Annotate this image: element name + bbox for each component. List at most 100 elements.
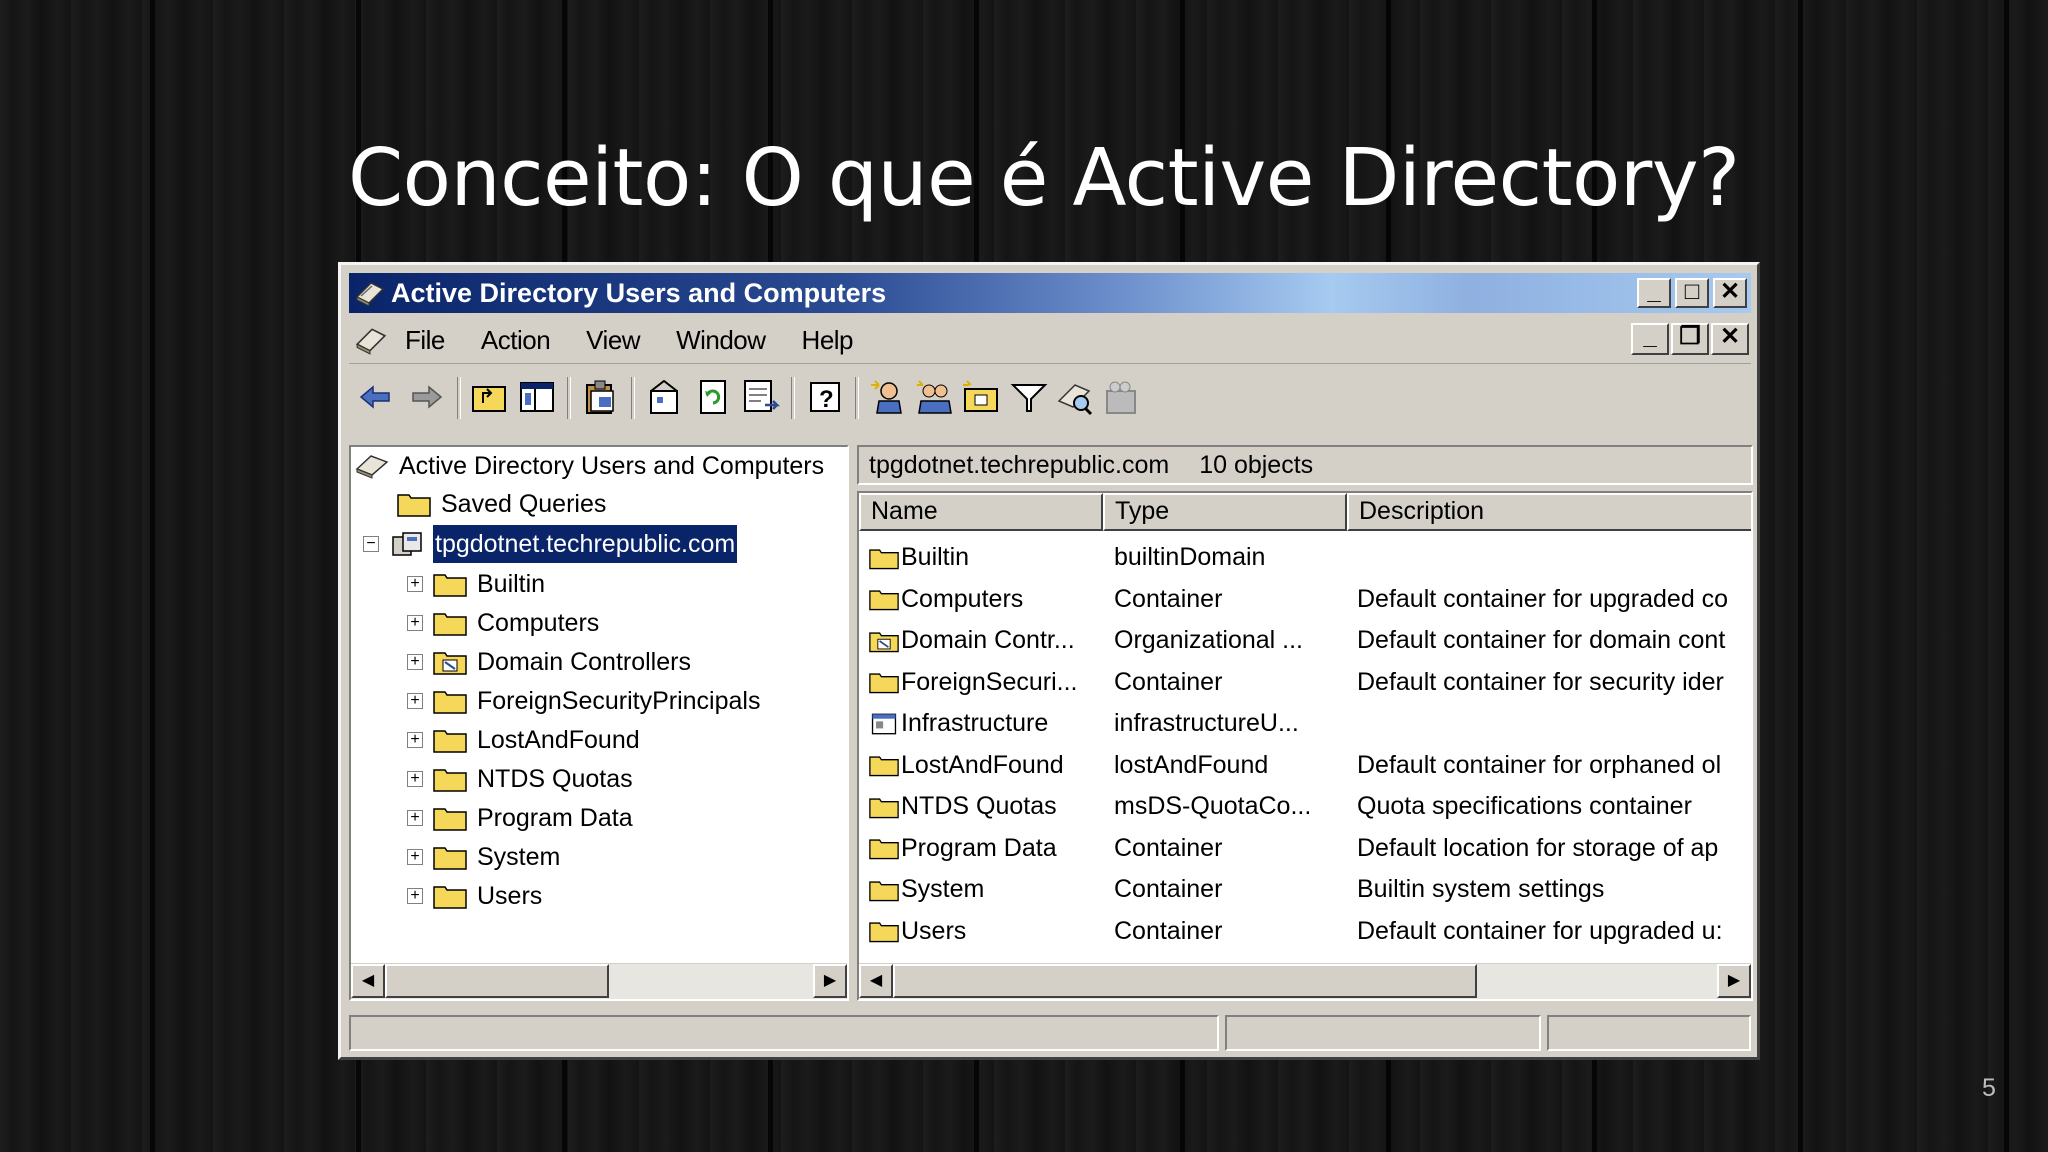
list-row[interactable]: Users Container Default container for upgr… bbox=[859, 911, 1751, 952]
tree-item[interactable]: + Builtin bbox=[407, 565, 545, 603]
tree-item[interactable]: + Users bbox=[407, 877, 542, 915]
new-group-icon[interactable] bbox=[915, 377, 955, 417]
back-icon[interactable] bbox=[355, 377, 395, 417]
column-header-type[interactable]: Type bbox=[1103, 493, 1347, 531]
filter-icon[interactable] bbox=[1009, 377, 1049, 417]
scroll-thumb[interactable] bbox=[385, 964, 609, 998]
list-row[interactable]: NTDS Quotas msDS-QuotaCo... Quota specific… bbox=[859, 786, 1751, 827]
window-title: Active Directory Users and Computers bbox=[391, 278, 887, 308]
folder-icon bbox=[433, 574, 467, 597]
close-button[interactable]: ✕ bbox=[1713, 278, 1747, 308]
list-row[interactable]: Domain Contr... Organizational ... Default… bbox=[859, 620, 1751, 661]
export-list-icon[interactable] bbox=[741, 377, 781, 417]
expand-toggle[interactable]: + bbox=[407, 654, 423, 670]
expand-toggle[interactable]: + bbox=[407, 615, 423, 631]
title-bar[interactable]: Active Directory Users and Computers _ □… bbox=[349, 273, 1751, 313]
folder-icon bbox=[869, 797, 899, 818]
tree-item-label: NTDS Quotas bbox=[477, 765, 633, 793]
ou-folder-icon bbox=[433, 652, 467, 675]
scroll-left-icon[interactable]: ◀ bbox=[859, 964, 893, 998]
maximize-button[interactable]: □ bbox=[1675, 278, 1709, 308]
menu-help[interactable]: Help bbox=[802, 317, 854, 363]
tree-item-domain[interactable]: − tpgdotnet.techrepublic.com bbox=[363, 524, 739, 564]
expand-toggle[interactable]: + bbox=[407, 810, 423, 826]
row-name: LostAndFound bbox=[901, 750, 1064, 779]
forward-icon[interactable] bbox=[407, 377, 447, 417]
ou-folder-icon bbox=[869, 631, 899, 652]
row-name: Computers bbox=[901, 584, 1024, 613]
folder-icon bbox=[869, 673, 899, 694]
expand-toggle[interactable]: + bbox=[407, 888, 423, 904]
menu-file[interactable]: File bbox=[405, 317, 445, 363]
folder-icon bbox=[433, 691, 467, 714]
menu-action[interactable]: Action bbox=[481, 317, 551, 363]
row-type: msDS-QuotaCo... bbox=[1114, 792, 1312, 820]
up-folder-icon[interactable] bbox=[469, 377, 509, 417]
tree-item[interactable]: + LostAndFound bbox=[407, 721, 640, 759]
tree-item[interactable]: + NTDS Quotas bbox=[407, 760, 633, 798]
menu-window[interactable]: Window bbox=[676, 317, 766, 363]
tree-item[interactable]: + Domain Controllers bbox=[407, 643, 691, 681]
tree-item[interactable]: + Computers bbox=[407, 604, 599, 642]
find-icon[interactable] bbox=[1055, 377, 1095, 417]
list-row[interactable]: System Container Builtin system settings bbox=[859, 869, 1751, 910]
list-row[interactable]: Builtin builtinDomain bbox=[859, 537, 1751, 578]
list-row[interactable]: Infrastructure infrastructureU... bbox=[859, 703, 1751, 744]
add-to-group-icon[interactable] bbox=[1101, 377, 1141, 417]
collapse-toggle[interactable]: − bbox=[363, 536, 379, 552]
tree-item-label: LostAndFound bbox=[477, 726, 640, 754]
column-header-name[interactable]: Name bbox=[859, 493, 1103, 531]
tree-item-label: Saved Queries bbox=[441, 490, 607, 518]
object-list[interactable]: Name Type Description Builtin builtinDoma… bbox=[857, 491, 1753, 1001]
minimize-button[interactable]: _ bbox=[1637, 278, 1671, 308]
list-row[interactable]: Computers Container Default container for … bbox=[859, 579, 1751, 620]
scroll-thumb[interactable] bbox=[893, 964, 1477, 998]
help-icon[interactable]: ? bbox=[805, 377, 845, 417]
tree-item[interactable]: + System bbox=[407, 838, 560, 876]
expand-toggle[interactable]: + bbox=[407, 576, 423, 592]
list-horizontal-scrollbar[interactable]: ◀ ▶ bbox=[859, 963, 1751, 999]
tree-horizontal-scrollbar[interactable]: ◀ ▶ bbox=[351, 963, 847, 999]
row-description: Default container for security ider bbox=[1357, 667, 1724, 696]
show-hide-tree-icon[interactable] bbox=[517, 377, 557, 417]
menu-view[interactable]: View bbox=[586, 317, 640, 363]
row-name: Users bbox=[901, 916, 967, 945]
tree-pane[interactable]: Active Directory Users and Computers Sav… bbox=[349, 445, 849, 1001]
object-count: 10 objects bbox=[1199, 451, 1314, 479]
folder-icon bbox=[869, 548, 899, 569]
scroll-left-icon[interactable]: ◀ bbox=[351, 964, 385, 998]
scroll-right-icon[interactable]: ▶ bbox=[813, 964, 847, 998]
child-restore-button[interactable]: ❐ bbox=[1671, 323, 1709, 355]
tree-root[interactable]: Active Directory Users and Computers bbox=[355, 447, 824, 485]
list-row[interactable]: Program Data Container Default location fo… bbox=[859, 828, 1751, 869]
delegate-icon[interactable] bbox=[645, 377, 685, 417]
tree-item[interactable]: + ForeignSecurityPrincipals bbox=[407, 682, 760, 720]
details-header: tpgdotnet.techrepublic.com 10 objects bbox=[857, 445, 1753, 485]
child-close-button[interactable]: ✕ bbox=[1711, 323, 1749, 355]
child-minimize-button[interactable]: _ bbox=[1631, 323, 1669, 355]
expand-toggle[interactable]: + bbox=[407, 693, 423, 709]
console-icon[interactable] bbox=[355, 325, 387, 355]
new-ou-icon[interactable] bbox=[961, 377, 1001, 417]
list-row[interactable]: ForeignSecuri... Container Default contain… bbox=[859, 662, 1751, 703]
expand-toggle[interactable]: + bbox=[407, 849, 423, 865]
tree-item-saved-queries[interactable]: Saved Queries bbox=[397, 485, 606, 523]
folder-icon bbox=[433, 769, 467, 792]
status-bar bbox=[349, 1013, 1751, 1053]
tree-item-label: ForeignSecurityPrincipals bbox=[477, 687, 761, 715]
list-row[interactable]: LostAndFound lostAndFound Default containe… bbox=[859, 745, 1751, 786]
row-description: Default container for orphaned ol bbox=[1357, 750, 1722, 779]
tree-item-label: tpgdotnet.techrepublic.com bbox=[431, 524, 739, 564]
tree-item[interactable]: + Program Data bbox=[407, 799, 633, 837]
column-header-description[interactable]: Description bbox=[1347, 493, 1751, 531]
tree-root-label: Active Directory Users and Computers bbox=[399, 452, 825, 480]
expand-toggle[interactable]: + bbox=[407, 771, 423, 787]
row-name: ForeignSecuri... bbox=[901, 667, 1078, 696]
expand-toggle[interactable]: + bbox=[407, 732, 423, 748]
new-user-icon[interactable] bbox=[869, 377, 909, 417]
properties-clipboard-icon[interactable] bbox=[581, 377, 621, 417]
row-name: NTDS Quotas bbox=[901, 792, 1057, 820]
row-type: Organizational ... bbox=[1114, 626, 1303, 654]
refresh-icon[interactable] bbox=[693, 377, 733, 417]
scroll-right-icon[interactable]: ▶ bbox=[1717, 964, 1751, 998]
